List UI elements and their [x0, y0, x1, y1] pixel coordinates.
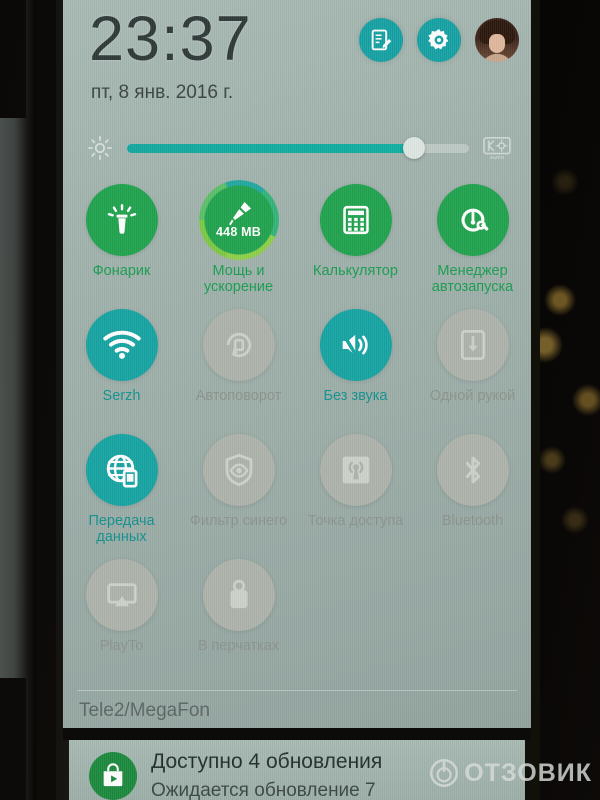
edit-notes-button[interactable] [359, 18, 403, 62]
one-hand-mode-icon [457, 328, 489, 362]
one-hand-mode-disc [436, 309, 509, 381]
toggle-label: Мощь и ускорение [203, 263, 274, 295]
toggle-calculator[interactable]: Калькулятор [297, 182, 414, 307]
boost-memory-badge: 448 MB [216, 225, 261, 239]
svg-text:AUTO: AUTO [490, 155, 504, 160]
brightness-slider[interactable] [127, 137, 469, 159]
toggle-label: PlayTo [99, 638, 144, 654]
blue-light-filter-disc [202, 434, 275, 506]
carrier-divider [77, 690, 517, 691]
toggles-row: Фонарик 448 MB Мощь и ускорение Калькуля… [63, 180, 531, 307]
brightness-row: AUTO [63, 122, 531, 174]
autostart-manager-disc [436, 184, 509, 256]
notification-gap [63, 728, 531, 740]
mobile-data-icon [104, 452, 140, 488]
toggle-empty-slot [297, 557, 414, 682]
header-icon-group [359, 18, 519, 62]
notification-title: Доступно 4 обновления [151, 750, 383, 773]
toggles-row: Serzh Автоповорот Без звука Одной рукой [63, 307, 531, 432]
bluetooth-icon [456, 453, 490, 487]
brightness-slider-handle[interactable] [403, 137, 426, 159]
toggles-row: Передача данных Фильтр синего Точка дост… [63, 432, 531, 557]
bluetooth-disc [436, 434, 509, 506]
mute-speaker-icon [338, 329, 374, 361]
toggle-auto-rotate[interactable]: Автоповорот [180, 307, 297, 432]
hotspot-disc [319, 434, 392, 506]
autostart-manager-icon [455, 202, 491, 238]
watermark-text: ОТЗОВИК [464, 758, 592, 787]
toggle-boost[interactable]: 448 MB Мощь и ускорение [180, 180, 297, 307]
toggle-label: Одной рукой [429, 388, 516, 404]
boost-progress-ring [198, 180, 279, 260]
toggle-label: Bluetooth [441, 513, 504, 529]
calculator-icon [340, 204, 372, 236]
site-watermark: ОТЗОВИК [429, 758, 592, 788]
phone-screen: 23:37 пт, 8 янв. 2016 г. AUTO Фонарик 44… [63, 0, 531, 800]
toggle-label: Без звука [323, 388, 388, 404]
toggle-one-hand-mode[interactable]: Одной рукой [414, 307, 531, 432]
toggle-label: В перчатках [197, 638, 280, 654]
toggle-flashlight[interactable]: Фонарик [63, 182, 180, 307]
auto-rotate-icon [222, 328, 256, 362]
flashlight-disc [85, 184, 158, 256]
carrier-label: Tele2/MegaFon [79, 700, 210, 721]
toggle-bluetooth[interactable]: Bluetooth [414, 432, 531, 557]
toggle-label: Фонарик [92, 263, 151, 279]
brightness-slider-fill [127, 143, 415, 153]
panel-header: 23:37 пт, 8 янв. 2016 г. [63, 0, 531, 118]
calculator-disc [319, 184, 392, 256]
user-avatar[interactable] [475, 18, 519, 62]
toggle-glove-mode[interactable]: В перчатках [180, 557, 297, 682]
notification-app-icon [89, 752, 137, 800]
clock-date: пт, 8 янв. 2016 г. [91, 82, 234, 103]
auto-rotate-disc [202, 309, 275, 381]
mobile-data-disc [85, 434, 158, 506]
playto-disc [85, 559, 158, 631]
wifi-icon [102, 330, 141, 360]
boost-disc: 448 MB [198, 180, 279, 260]
quick-settings-panel: 23:37 пт, 8 янв. 2016 г. AUTO Фонарик 44… [63, 0, 531, 728]
toggle-label: Калькулятор [313, 263, 398, 279]
toggle-label: Serzh [102, 388, 141, 404]
clock-time: 23:37 [89, 4, 252, 74]
toggle-label: Точка доступа [307, 513, 404, 529]
toggle-blue-light-filter[interactable]: Фильтр синего [180, 432, 297, 557]
toggle-autostart-manager[interactable]: Менеджер автозапуска [414, 182, 531, 307]
edit-notes-icon [369, 28, 394, 53]
toggle-mute[interactable]: Без звука [297, 307, 414, 432]
toggles-grid: Фонарик 448 MB Мощь и ускорение Калькуля… [63, 180, 531, 682]
toggles-row: PlayTo В перчатках [63, 557, 531, 682]
background-dark-strip [26, 0, 36, 800]
background-light-strip [0, 118, 26, 678]
toggle-mobile-data[interactable]: Передача данных [63, 432, 180, 557]
toggle-empty-slot [414, 557, 531, 682]
toggle-label: Менеджер автозапуска [431, 263, 514, 295]
toggle-label: Фильтр синего [189, 513, 288, 529]
toggle-hotspot[interactable]: Точка доступа [297, 432, 414, 557]
toggle-wifi[interactable]: Serzh [63, 307, 180, 432]
glove-mode-icon [224, 578, 254, 612]
play-store-icon [100, 763, 126, 789]
toggle-playto[interactable]: PlayTo [63, 557, 180, 682]
mute-disc [319, 309, 392, 381]
toggle-label: Передача данных [88, 513, 155, 545]
glove-mode-disc [202, 559, 275, 631]
toggle-label: Автоповорот [195, 388, 282, 404]
flashlight-icon [105, 203, 139, 237]
wifi-disc [85, 309, 158, 381]
otzovik-logo-icon [429, 758, 459, 788]
cast-playto-icon [105, 580, 139, 610]
hotspot-icon [339, 453, 373, 487]
settings-gear-icon [426, 27, 452, 53]
auto-brightness-icon[interactable]: AUTO [475, 126, 519, 170]
settings-button[interactable] [417, 18, 461, 62]
notification-subtitle: Ожидается обновление 7 [151, 780, 376, 800]
blue-light-filter-icon [222, 452, 256, 488]
brightness-sun-icon[interactable] [77, 125, 123, 171]
